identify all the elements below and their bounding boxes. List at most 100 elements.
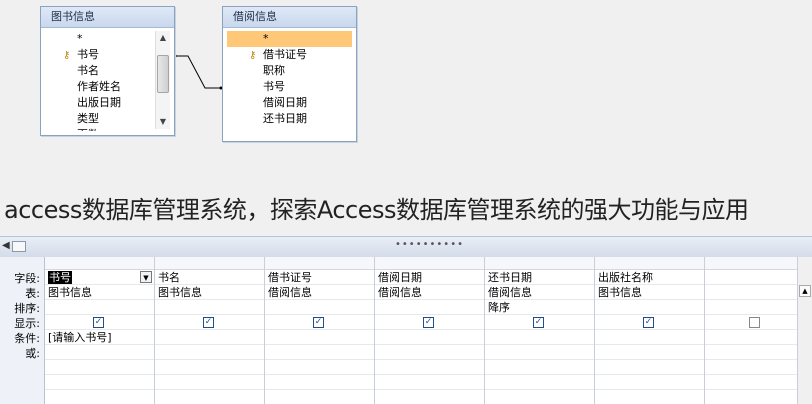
grid-cell-or[interactable] (265, 345, 374, 360)
column-selector[interactable] (265, 257, 374, 270)
field-item[interactable]: 类型 (41, 111, 156, 127)
grid-cell-criteria[interactable] (375, 330, 484, 345)
scroll-thumb[interactable] (157, 55, 169, 93)
grid-cell-table[interactable]: 借阅信息 (265, 285, 374, 300)
grid-cell-field[interactable]: 借书证号 (265, 270, 374, 285)
grid-cell-table[interactable]: 借阅信息 (375, 285, 484, 300)
grid-cell-table[interactable] (705, 285, 797, 300)
column-selector[interactable] (375, 257, 484, 270)
grid-cell-empty[interactable] (155, 375, 264, 390)
scroll-left-icon[interactable]: ◀ (2, 240, 10, 251)
check-icon[interactable]: ✓ (423, 317, 434, 328)
field-item[interactable]: 还书日期 (227, 111, 352, 127)
grid-cell-sort[interactable] (375, 300, 484, 315)
table-field-list-books[interactable]: 图书信息 * ⚷ 书号 书名 作者姓名 出版日期 类型 页数 ▲ ▼ (40, 6, 175, 136)
grid-cell-sort[interactable] (155, 300, 264, 315)
grid-cell-criteria[interactable] (595, 330, 704, 345)
grid-vertical-scrollbar[interactable]: ▲ (797, 257, 812, 404)
grid-cell-field[interactable]: 出版社名称 (595, 270, 704, 285)
field-item[interactable]: 书名 (41, 63, 156, 79)
pane-splitter[interactable]: ◀ •••••••••• (0, 236, 812, 258)
grid-cell-empty[interactable] (265, 360, 374, 375)
field-item-selected[interactable]: * (227, 31, 352, 47)
grid-column[interactable]: 还书日期 借阅信息 降序 ✓ (485, 257, 595, 404)
field-item[interactable]: 书号 (227, 79, 352, 95)
scroll-down-icon[interactable]: ▼ (156, 115, 170, 129)
grid-cell-empty[interactable] (705, 375, 797, 390)
field-item[interactable]: * (41, 31, 156, 47)
grid-cell-field[interactable] (705, 270, 797, 285)
grid-cell-or[interactable] (485, 345, 594, 360)
grid-cell-show[interactable]: ✓ (705, 315, 797, 330)
check-icon[interactable]: ✓ (313, 317, 324, 328)
field-item[interactable]: 作者姓名 (41, 79, 156, 95)
grid-cell-sort[interactable] (265, 300, 374, 315)
table-field-list-borrow[interactable]: 借阅信息 * ⚷ 借书证号 职称 书号 借阅日期 还书日期 (222, 6, 357, 142)
check-icon[interactable]: ✓ (533, 317, 544, 328)
grid-cell-empty[interactable] (485, 360, 594, 375)
grid-cell-or[interactable] (45, 345, 154, 360)
field-item[interactable]: 页数 (41, 127, 156, 131)
check-icon[interactable]: ✓ (203, 317, 214, 328)
column-selector[interactable] (595, 257, 704, 270)
grid-cell-empty[interactable] (45, 375, 154, 390)
grid-cell-criteria[interactable] (705, 330, 797, 345)
grid-cell-empty[interactable] (485, 375, 594, 390)
column-selector[interactable] (485, 257, 594, 270)
column-selector[interactable] (155, 257, 264, 270)
grid-cell-empty[interactable] (265, 375, 374, 390)
table-scrollbar[interactable]: ▲ ▼ (155, 31, 170, 129)
grid-cell-show[interactable]: ✓ (265, 315, 374, 330)
grid-column[interactable]: 书号 ▼ 图书信息 ✓ [请输入书号] (45, 257, 155, 404)
grid-cell-table[interactable]: 图书信息 (595, 285, 704, 300)
grid-cell-empty[interactable] (375, 375, 484, 390)
grid-cell-table[interactable]: 借阅信息 (485, 285, 594, 300)
grid-cell-criteria[interactable] (265, 330, 374, 345)
horizontal-scroll-thumb[interactable] (12, 241, 26, 252)
grid-cell-empty[interactable] (375, 360, 484, 375)
check-icon[interactable]: ✓ (643, 317, 654, 328)
grid-cell-empty[interactable] (595, 360, 704, 375)
checkbox-unchecked-icon[interactable]: ✓ (749, 317, 760, 328)
grid-cell-sort[interactable] (705, 300, 797, 315)
grid-cell-empty[interactable] (45, 360, 154, 375)
grid-cell-field[interactable]: 书号 ▼ (45, 270, 154, 285)
grid-cell-field[interactable]: 书名 (155, 270, 264, 285)
chevron-down-icon[interactable]: ▼ (140, 271, 152, 283)
grid-cell-sort[interactable] (45, 300, 154, 315)
check-icon[interactable]: ✓ (93, 317, 104, 328)
grid-cell-show[interactable]: ✓ (155, 315, 264, 330)
grid-cell-empty[interactable] (155, 360, 264, 375)
grid-cell-table[interactable]: 图书信息 (45, 285, 154, 300)
grid-cell-or[interactable] (595, 345, 704, 360)
grid-cell-sort[interactable] (595, 300, 704, 315)
grid-cell-show[interactable]: ✓ (595, 315, 704, 330)
grid-cell-criteria[interactable] (155, 330, 264, 345)
field-item[interactable]: 职称 (227, 63, 352, 79)
table-title-borrow[interactable]: 借阅信息 (223, 7, 356, 28)
grid-cell-empty[interactable] (595, 375, 704, 390)
field-item[interactable]: 借阅日期 (227, 95, 352, 111)
grid-column[interactable]: 书名 图书信息 ✓ (155, 257, 265, 404)
grid-cell-show[interactable]: ✓ (375, 315, 484, 330)
scroll-up-icon[interactable]: ▲ (156, 31, 170, 45)
grid-cell-field[interactable]: 借阅日期 (375, 270, 484, 285)
scroll-up-icon[interactable]: ▲ (799, 285, 811, 297)
grid-column[interactable]: 借书证号 借阅信息 ✓ (265, 257, 375, 404)
grid-column-empty[interactable]: ✓ (705, 257, 798, 404)
grid-cell-criteria[interactable] (485, 330, 594, 345)
grid-cell-or[interactable] (155, 345, 264, 360)
grid-column[interactable]: 出版社名称 图书信息 ✓ (595, 257, 705, 404)
grid-column[interactable]: 借阅日期 借阅信息 ✓ (375, 257, 485, 404)
grid-cell-or[interactable] (705, 345, 797, 360)
grid-cell-sort[interactable]: 降序 (485, 300, 594, 315)
grid-cell-or[interactable] (375, 345, 484, 360)
grid-cell-field[interactable]: 还书日期 (485, 270, 594, 285)
field-item[interactable]: 出版日期 (41, 95, 156, 111)
grid-cell-show[interactable]: ✓ (45, 315, 154, 330)
grid-cell-empty[interactable] (705, 360, 797, 375)
field-item-key[interactable]: ⚷ 书号 (41, 47, 156, 63)
column-selector[interactable] (705, 257, 797, 270)
grid-cell-show[interactable]: ✓ (485, 315, 594, 330)
field-item-key[interactable]: ⚷ 借书证号 (227, 47, 352, 63)
